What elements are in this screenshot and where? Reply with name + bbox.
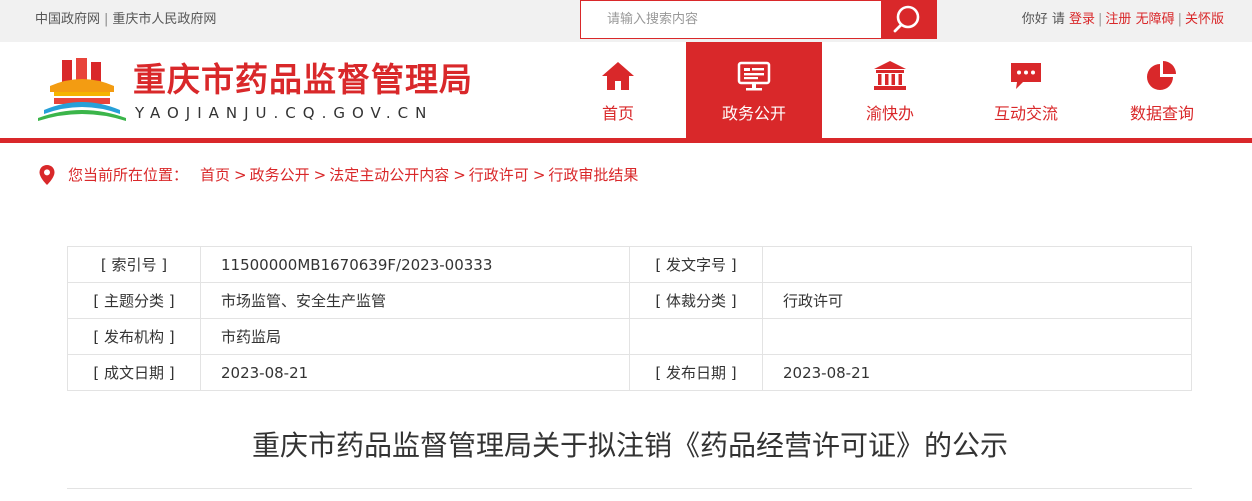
- nav-government-affairs[interactable]: 政务公开: [686, 42, 822, 138]
- table-row: [ 主题分类 ] 市场监管、安全生产监管 [ 体裁分类 ] 行政许可: [67, 282, 1192, 319]
- nav-home[interactable]: 首页: [550, 42, 686, 138]
- nav-interaction[interactable]: 互动交流: [958, 42, 1094, 138]
- meta-value: 2023-08-21: [762, 354, 1192, 391]
- top-utility-bar: 中国政府网 | 重庆市人民政府网 请输入搜索内容 你好 请 登录 | 注册 无障碍 | 关怀…: [0, 0, 1252, 42]
- nav-data-query[interactable]: 数据查询: [1094, 42, 1230, 138]
- breadcrumb: 您当前所在位置： 首页 > 政务公开 > 法定主动公开内容 > 行政许可 > 行…: [38, 164, 638, 186]
- breadcrumb-separator: >: [313, 166, 327, 184]
- meta-key: [ 发布日期 ]: [629, 354, 763, 391]
- breadcrumb-separator: >: [532, 166, 546, 184]
- nav-label: 首页: [601, 104, 634, 123]
- divider: |: [1177, 12, 1182, 27]
- greeting: 你好: [1021, 12, 1048, 27]
- breadcrumb-label: 您当前所在位置：: [68, 166, 189, 184]
- site-logo[interactable]: [36, 58, 128, 122]
- document-metadata-table: [ 索引号 ] 11500000MB1670639F/2023-00333 [ …: [67, 246, 1192, 391]
- nav-yukuaiban[interactable]: 渝快办: [822, 42, 958, 138]
- meta-value: 11500000MB1670639F/2023-00333: [200, 246, 630, 283]
- search-input[interactable]: 请输入搜索内容: [607, 12, 698, 28]
- header-divider: [0, 138, 1252, 143]
- divider: |: [104, 12, 109, 27]
- breadcrumb-home[interactable]: 首页: [200, 165, 230, 185]
- care-version-link[interactable]: 关怀版: [1185, 12, 1224, 27]
- breadcrumb-administrative-license[interactable]: 行政许可: [469, 165, 529, 185]
- meta-key: [629, 318, 763, 355]
- meta-key: [ 体裁分类 ]: [629, 282, 763, 319]
- meta-value: [762, 318, 1192, 355]
- divider: |: [1098, 12, 1103, 27]
- site-name[interactable]: 重庆市药品监督管理局: [133, 60, 473, 100]
- meta-key: [ 索引号 ]: [67, 246, 201, 283]
- register-link[interactable]: 注册: [1105, 12, 1131, 27]
- search-button[interactable]: [881, 0, 937, 39]
- location-pin-icon: [39, 165, 55, 185]
- government-building-icon: [874, 61, 906, 90]
- breadcrumb-approval-results[interactable]: 行政审批结果: [548, 165, 638, 185]
- government-links: 中国政府网 | 重庆市人民政府网: [35, 12, 216, 28]
- nav-label: 数据查询: [1129, 104, 1194, 123]
- table-row: [ 成文日期 ] 2023-08-21 [ 发布日期 ] 2023-08-21: [67, 354, 1192, 391]
- link-chongqing-gov[interactable]: 重庆市人民政府网: [112, 12, 216, 27]
- breadcrumb-separator: >: [453, 166, 466, 184]
- meta-value: 市药监局: [200, 318, 630, 355]
- meta-value: 市场监管、安全生产监管: [200, 282, 630, 319]
- meta-value: 行政许可: [762, 282, 1192, 319]
- breadcrumb-separator: >: [234, 166, 247, 184]
- meta-key: [ 主题分类 ]: [67, 282, 201, 319]
- monitor-icon: [737, 61, 771, 91]
- login-link[interactable]: 登录: [1069, 12, 1095, 27]
- user-links: 你好 请 登录 | 注册 无障碍 | 关怀版: [1022, 12, 1224, 28]
- main-nav: 首页 政务公开 渝快办 互动交流 数据查询: [550, 42, 1230, 138]
- article-title: 重庆市药品监督管理局关于拟注销《药品经营许可证》的公示: [251, 429, 1008, 462]
- nav-label: 渝快办: [865, 104, 914, 123]
- chat-bubble-icon: [1011, 63, 1041, 89]
- link-china-gov[interactable]: 中国政府网: [35, 12, 100, 27]
- table-row: [ 索引号 ] 11500000MB1670639F/2023-00333 [ …: [67, 246, 1192, 283]
- meta-value: 2023-08-21: [200, 354, 630, 391]
- meta-key: [ 发文字号 ]: [629, 246, 763, 283]
- search-icon: [893, 5, 920, 33]
- search-box: 请输入搜索内容: [580, 0, 937, 39]
- pie-chart-icon: [1147, 61, 1176, 90]
- site-domain: YAOJIANJU.CQ.GOV.CN: [135, 104, 434, 122]
- meta-key: [ 发布机构 ]: [67, 318, 201, 355]
- title-divider: [67, 488, 1192, 489]
- breadcrumb-government-affairs[interactable]: 政务公开: [250, 165, 310, 185]
- breadcrumb-statutory-disclosure[interactable]: 法定主动公开内容: [329, 165, 449, 185]
- please-text: 请: [1051, 12, 1065, 27]
- nav-label: 互动交流: [993, 104, 1058, 123]
- meta-key: [ 成文日期 ]: [67, 354, 201, 391]
- meta-value: [762, 246, 1192, 283]
- home-icon: [602, 62, 634, 90]
- table-row: [ 发布机构 ] 市药监局: [67, 318, 1192, 355]
- site-header: 重庆市药品监督管理局 YAOJIANJU.CQ.GOV.CN 首页 政务公开 渝…: [0, 42, 1252, 138]
- accessibility-link[interactable]: 无障碍: [1136, 12, 1175, 27]
- nav-label: 政务公开: [721, 104, 786, 123]
